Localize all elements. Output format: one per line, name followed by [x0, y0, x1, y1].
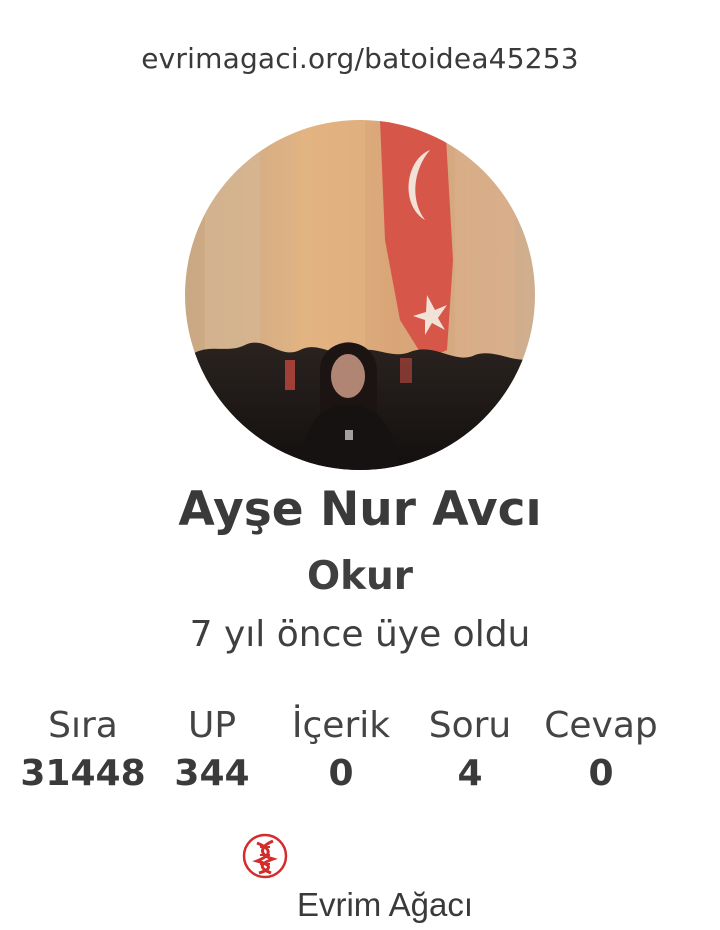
brand-name[interactable]: Evrim Ağacı — [270, 886, 500, 924]
stat-content: İçerik 0 — [276, 702, 406, 798]
stat-value: 0 — [328, 753, 354, 794]
stat-label: Cevap — [544, 705, 658, 746]
profile-avatar — [185, 120, 535, 470]
avatar-image — [185, 120, 535, 470]
stat-value: 344 — [174, 753, 250, 794]
member-since: 7 yıl önce üye oldu — [189, 614, 531, 655]
stat-value: 4 — [457, 753, 483, 794]
stat-label: Sıra — [48, 705, 118, 746]
profile-url[interactable]: evrimagaci.org/batoidea45253 — [0, 42, 720, 75]
profile-role: Okur — [306, 554, 414, 599]
stat-label: Soru — [428, 705, 512, 746]
stat-label: İçerik — [291, 705, 391, 746]
stat-up: UP 344 — [147, 702, 277, 798]
stat-label: UP — [187, 705, 237, 746]
stat-questions: Soru 4 — [405, 702, 535, 798]
stat-value: 31448 — [20, 753, 146, 794]
profile-stats: Sıra 31448 UP 344 İçerik 0 Soru 4 Cevap … — [18, 702, 678, 802]
dna-helix-icon[interactable] — [242, 833, 288, 879]
stat-answers: Cevap 0 — [536, 702, 666, 798]
profile-name: Ayşe Nur Avcı — [178, 482, 542, 537]
stat-rank: Sıra 31448 — [18, 702, 148, 798]
stat-value: 0 — [588, 753, 614, 794]
